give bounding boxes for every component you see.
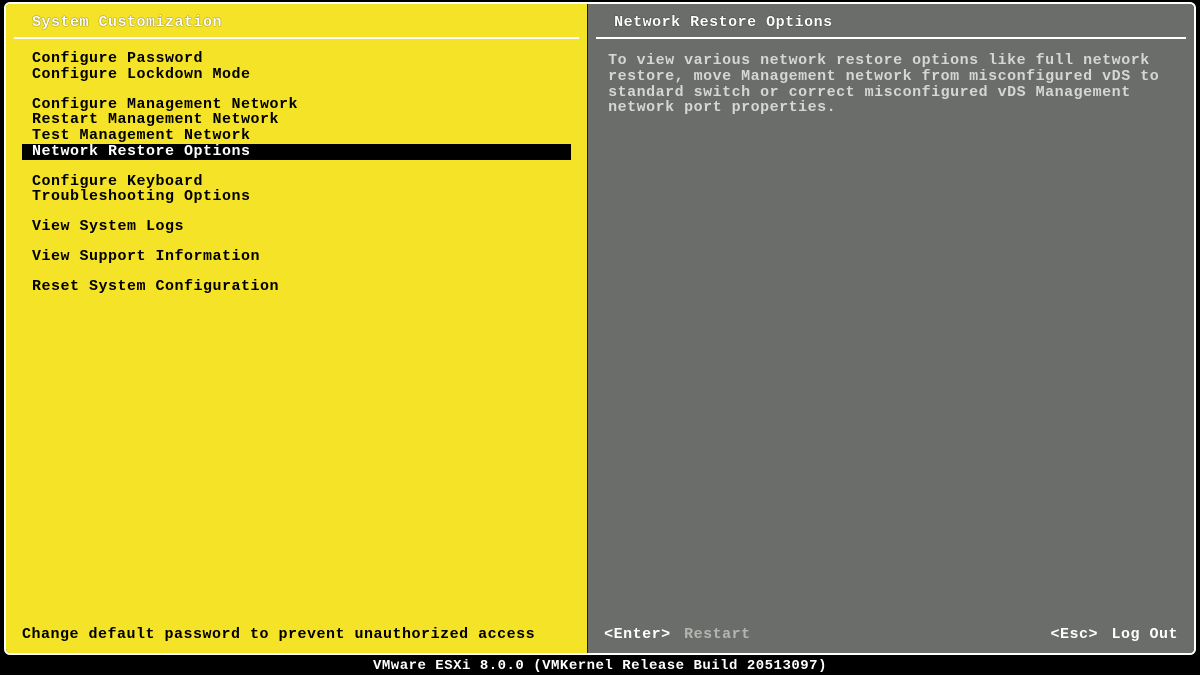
menu-item[interactable]: Reset System Configuration xyxy=(22,279,571,295)
enter-label: Restart xyxy=(684,626,751,643)
menu-item[interactable]: Network Restore Options xyxy=(22,144,571,160)
dcui-screen: System Customization Configure PasswordC… xyxy=(4,2,1196,655)
esc-label: Log Out xyxy=(1111,626,1178,643)
left-pane: System Customization Configure PasswordC… xyxy=(6,4,588,653)
right-pane-title: Network Restore Options xyxy=(588,12,1194,37)
menu-group: View System Logs xyxy=(22,219,571,235)
menu-body: Configure PasswordConfigure Lockdown Mod… xyxy=(6,41,587,626)
menu-item[interactable]: Configure Keyboard xyxy=(22,174,571,190)
right-pane-divider xyxy=(596,37,1186,39)
enter-key: <Enter> xyxy=(604,626,671,643)
menu-item[interactable]: Troubleshooting Options xyxy=(22,189,571,205)
menu-item[interactable]: Configure Lockdown Mode xyxy=(22,67,571,83)
menu-item[interactable]: View System Logs xyxy=(22,219,571,235)
menu-group: Reset System Configuration xyxy=(22,279,571,295)
right-pane: Network Restore Options To view various … xyxy=(588,4,1194,653)
menu-item[interactable]: Configure Management Network xyxy=(22,97,571,113)
right-body: To view various network restore options … xyxy=(588,41,1194,626)
menu-group: View Support Information xyxy=(22,249,571,265)
left-pane-title: System Customization xyxy=(6,12,587,37)
menu-group: Configure KeyboardTroubleshooting Option… xyxy=(22,174,571,206)
menu-group: Configure PasswordConfigure Lockdown Mod… xyxy=(22,51,571,83)
menu-item[interactable]: Restart Management Network xyxy=(22,112,571,128)
right-description: To view various network restore options … xyxy=(604,51,1178,116)
right-status-row: <Enter> Restart <Esc> Log Out xyxy=(588,626,1194,647)
left-status-row: Change default password to prevent unaut… xyxy=(6,626,587,647)
main-area: System Customization Configure PasswordC… xyxy=(6,4,1194,653)
left-status-text: Change default password to prevent unaut… xyxy=(22,626,535,643)
menu-item[interactable]: Configure Password xyxy=(22,51,571,67)
menu-group: Configure Management NetworkRestart Mana… xyxy=(22,97,571,160)
menu-item[interactable]: View Support Information xyxy=(22,249,571,265)
footer-bar: VMware ESXi 8.0.0 (VMKernel Release Buil… xyxy=(0,657,1200,675)
esc-key: <Esc> xyxy=(1050,626,1098,643)
esc-hint: <Esc> Log Out xyxy=(1050,626,1178,643)
left-pane-divider xyxy=(14,37,579,39)
menu-item[interactable]: Test Management Network xyxy=(22,128,571,144)
enter-hint: <Enter> Restart xyxy=(604,626,751,643)
